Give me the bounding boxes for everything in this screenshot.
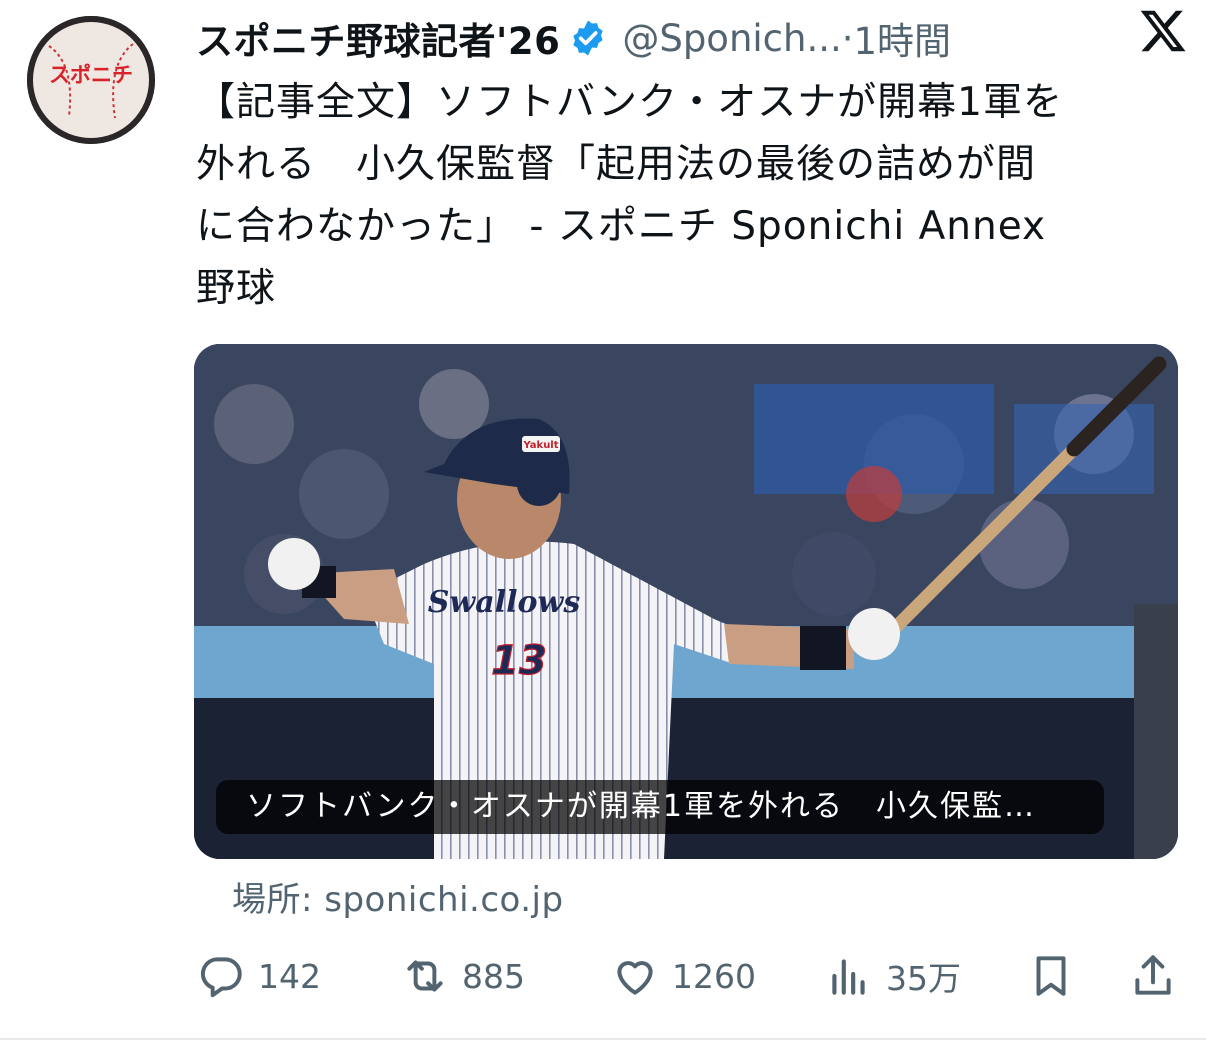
helmet-logo-text: Yakult bbox=[522, 440, 558, 451]
jersey-number: 13 bbox=[491, 638, 547, 684]
link-card[interactable]: Yakult Swallows 13 ソフトバンク・オスナが開幕1軍を外れる 小… bbox=[194, 344, 1178, 859]
bookmark-button[interactable] bbox=[1026, 944, 1076, 1008]
views-icon bbox=[832, 959, 865, 995]
jersey-wordmark: Swallows bbox=[428, 585, 581, 620]
divider bbox=[0, 1038, 1206, 1040]
author-name[interactable]: スポニチ野球記者'26 bbox=[196, 11, 560, 65]
bookmark-icon bbox=[1036, 956, 1066, 996]
tweet-text[interactable]: 【記事全文】ソフトバンク・オスナが開幕1軍を 外れる 小久保監督「起用法の最後の… bbox=[196, 72, 1186, 320]
like-icon bbox=[617, 961, 653, 995]
views-count: 35万 bbox=[886, 959, 961, 998]
reply-button[interactable]: 142 bbox=[196, 944, 321, 1008]
author-handle[interactable]: @Sponich... bbox=[622, 17, 841, 60]
share-icon bbox=[1135, 955, 1171, 995]
repost-button[interactable]: 885 bbox=[400, 944, 525, 1008]
card-source[interactable]: 場所: sponichi.co.jp bbox=[232, 872, 564, 921]
timestamp[interactable]: 1時間 bbox=[854, 11, 952, 65]
like-count: 1260 bbox=[672, 956, 756, 996]
reply-count: 142 bbox=[258, 956, 321, 996]
avatar-baseball-image: スポニチ bbox=[27, 16, 155, 144]
card-title: ソフトバンク・オスナが開幕1軍を外れる 小久保監… bbox=[216, 780, 1104, 834]
time-separator: · bbox=[841, 16, 854, 60]
x-logo-icon bbox=[1140, 10, 1186, 52]
repost-icon bbox=[407, 960, 443, 992]
reply-icon bbox=[200, 957, 242, 998]
avatar-logo-text: スポニチ bbox=[49, 63, 133, 87]
like-button[interactable]: 1260 bbox=[610, 944, 756, 1008]
verified-badge-icon bbox=[573, 20, 603, 56]
avatar[interactable]: スポニチ bbox=[27, 16, 155, 144]
repost-count: 885 bbox=[462, 956, 525, 996]
tweet-header: スポニチ野球記者'26 @Sponich... · 1時間 bbox=[196, 8, 1196, 68]
views-button[interactable]: 35万 bbox=[824, 944, 961, 1008]
share-button[interactable] bbox=[1128, 944, 1178, 1008]
action-bar: 142 885 1260 35万 bbox=[196, 944, 1186, 1008]
